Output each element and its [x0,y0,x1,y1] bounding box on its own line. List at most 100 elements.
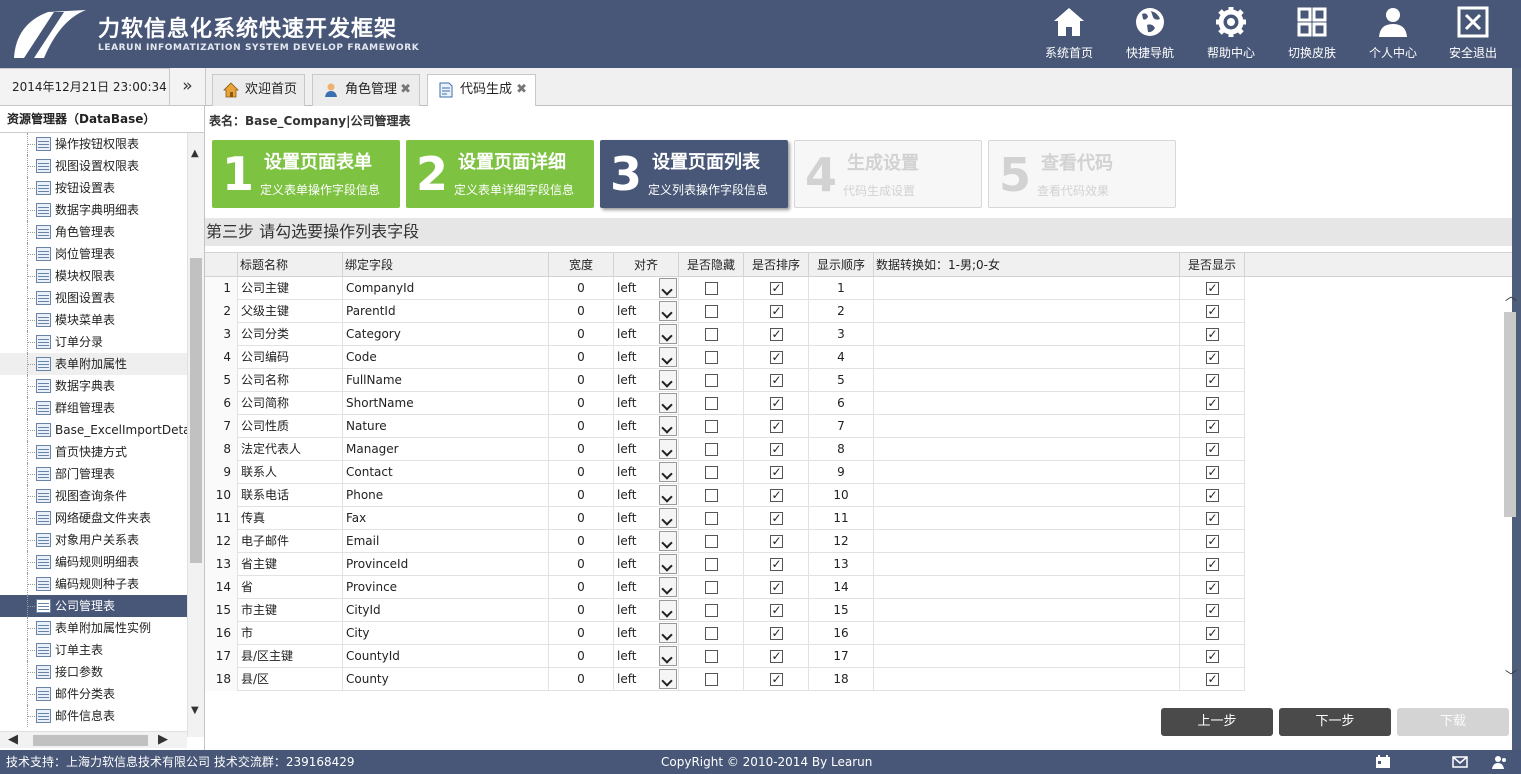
wizard-step-4[interactable]: 4 生成设置 代码生成设置 [794,140,982,208]
tree-item[interactable]: 表单附加属性 [0,353,187,375]
cell-width[interactable]: 0 [549,507,614,530]
wizard-step-1[interactable]: 1 设置页面表单 定义表单操作字段信息 [212,140,400,208]
cell-width[interactable]: 0 [549,392,614,415]
chevron-down-icon[interactable] [659,462,677,482]
hidden-checkbox[interactable] [705,328,718,341]
sort-checkbox[interactable]: ✓ [770,351,783,364]
table-row[interactable]: 1 公司主键 CompanyId 0 left ✓ 1 ✓ [205,277,1245,300]
tab-role-close-icon[interactable]: ✖ [400,75,411,105]
cell-data-convert[interactable] [874,668,1180,691]
users-icon[interactable] [1492,755,1508,769]
show-checkbox[interactable]: ✓ [1206,420,1219,433]
nav-logout-button[interactable]: 安全退出 [1433,5,1513,63]
cell-width[interactable]: 0 [549,599,614,622]
sort-checkbox[interactable]: ✓ [770,650,783,663]
tree-item[interactable]: 操作按钮权限表 [0,133,187,155]
mail-icon[interactable] [1452,755,1468,769]
cell-data-convert[interactable] [874,392,1180,415]
chevron-down-icon[interactable] [659,347,677,367]
sort-checkbox[interactable]: ✓ [770,328,783,341]
chevron-down-icon[interactable] [659,669,677,689]
hidden-checkbox[interactable] [705,374,718,387]
cell-order[interactable]: 6 [809,392,874,415]
tree-item[interactable]: 视图设置权限表 [0,155,187,177]
tree-vertical-scrollbar[interactable]: ▲ ▼ [187,133,204,737]
tree-item[interactable]: 编码规则种子表 [0,573,187,595]
sort-checkbox[interactable]: ✓ [770,420,783,433]
align-select[interactable]: left [614,392,679,415]
tab-welcome[interactable]: 欢迎首页 [212,74,305,106]
tree-item[interactable]: 视图设置表 [0,287,187,309]
cell-title[interactable]: 公司编码 [238,346,343,369]
scroll-up-icon[interactable]: ▲ [191,148,199,159]
hidden-checkbox[interactable] [705,305,718,318]
cell-data-convert[interactable] [874,461,1180,484]
align-select[interactable]: left [614,530,679,553]
wizard-step-3[interactable]: 3 设置页面列表 定义列表操作字段信息 [600,140,788,208]
tree-item[interactable]: 部门管理表 [0,463,187,485]
tree-item[interactable]: 对象用户关系表 [0,529,187,551]
cell-order[interactable]: 14 [809,576,874,599]
hidden-checkbox[interactable] [705,535,718,548]
align-select[interactable]: left [614,461,679,484]
calendar-icon[interactable] [1375,755,1391,769]
hidden-checkbox[interactable] [705,604,718,617]
table-row[interactable]: 8 法定代表人 Manager 0 left ✓ 8 ✓ [205,438,1245,461]
cell-width[interactable]: 0 [549,438,614,461]
hidden-checkbox[interactable] [705,627,718,640]
table-row[interactable]: 18 县/区 County 0 left ✓ 18 ✓ [205,668,1245,691]
align-select[interactable]: left [614,323,679,346]
cell-order[interactable]: 7 [809,415,874,438]
tree-item[interactable]: 数据字典表 [0,375,187,397]
chevron-down-icon[interactable] [659,416,677,436]
tree-item[interactable]: 按钮设置表 [0,177,187,199]
grid-scroll-down-icon[interactable]: ﹀ [1505,667,1517,684]
cell-title[interactable]: 公司性质 [238,415,343,438]
align-select[interactable]: left [614,484,679,507]
table-row[interactable]: 5 公司名称 FullName 0 left ✓ 5 ✓ [205,369,1245,392]
cell-width[interactable]: 0 [549,323,614,346]
chevron-down-icon[interactable] [659,278,677,298]
cell-order[interactable]: 15 [809,599,874,622]
align-select[interactable]: left [614,507,679,530]
hidden-checkbox[interactable] [705,466,718,479]
cell-title[interactable]: 电子邮件 [238,530,343,553]
sort-checkbox[interactable]: ✓ [770,604,783,617]
scroll-right-icon[interactable]: ▶ [158,732,168,747]
hidden-checkbox[interactable] [705,443,718,456]
chevron-down-icon[interactable] [659,393,677,413]
cell-width[interactable]: 0 [549,346,614,369]
tree-item[interactable]: 数据字典明细表 [0,199,187,221]
table-row[interactable]: 12 电子邮件 Email 0 left ✓ 12 ✓ [205,530,1245,553]
hidden-checkbox[interactable] [705,282,718,295]
chevron-down-icon[interactable] [659,531,677,551]
show-checkbox[interactable]: ✓ [1206,604,1219,617]
tree-item[interactable]: 订单主表 [0,639,187,661]
show-checkbox[interactable]: ✓ [1206,443,1219,456]
cell-data-convert[interactable] [874,323,1180,346]
table-row[interactable]: 16 市 City 0 left ✓ 16 ✓ [205,622,1245,645]
show-checkbox[interactable]: ✓ [1206,558,1219,571]
show-checkbox[interactable]: ✓ [1206,328,1219,341]
cell-width[interactable]: 0 [549,300,614,323]
show-checkbox[interactable]: ✓ [1206,374,1219,387]
cell-data-convert[interactable] [874,277,1180,300]
table-row[interactable]: 11 传真 Fax 0 left ✓ 11 ✓ [205,507,1245,530]
cell-title[interactable]: 联系人 [238,461,343,484]
cell-data-convert[interactable] [874,369,1180,392]
hidden-checkbox[interactable] [705,581,718,594]
tab-codegen[interactable]: 代码生成 ✖ [427,74,536,107]
cell-order[interactable]: 13 [809,553,874,576]
cell-order[interactable]: 17 [809,645,874,668]
cell-width[interactable]: 0 [549,553,614,576]
tree-item[interactable]: 公司管理表 [0,595,187,617]
cell-order[interactable]: 4 [809,346,874,369]
cell-title[interactable]: 市 [238,622,343,645]
sort-checkbox[interactable]: ✓ [770,397,783,410]
cell-width[interactable]: 0 [549,369,614,392]
cell-width[interactable]: 0 [549,277,614,300]
tree-item[interactable]: 网络硬盘文件夹表 [0,507,187,529]
sort-checkbox[interactable]: ✓ [770,627,783,640]
sort-checkbox[interactable]: ✓ [770,535,783,548]
cell-width[interactable]: 0 [549,576,614,599]
